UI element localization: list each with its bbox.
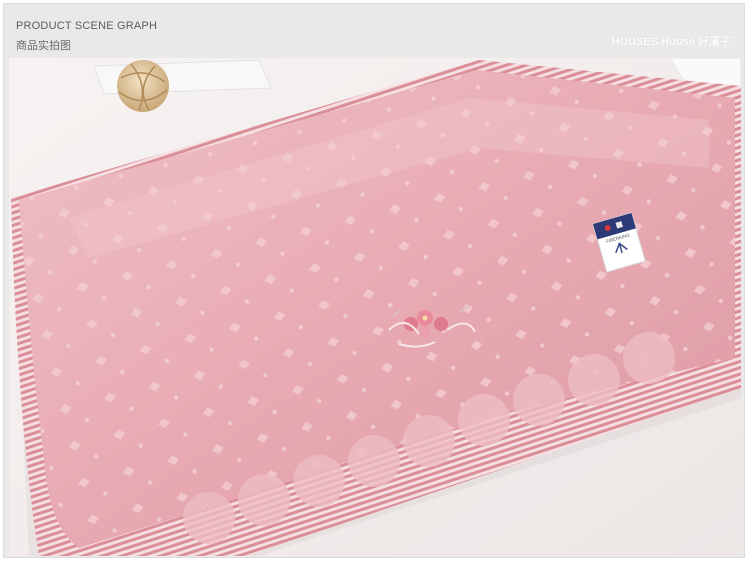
section-title-en: PRODUCT SCENE GRAPH xyxy=(16,20,158,32)
brand-name: HOUSES House 好溪子 xyxy=(611,36,731,48)
rattan-ball-decor xyxy=(117,60,169,112)
registered-mark: ® xyxy=(730,35,736,43)
product-frame: PRODUCT SCENE GRAPH 商品实拍图 HOUSES House 好… xyxy=(3,3,745,558)
pillow-towel-illustration: FIBERKING xyxy=(9,58,741,556)
product-photo: FIBERKING xyxy=(9,58,741,556)
header-bar: PRODUCT SCENE GRAPH 商品实拍图 HOUSES House 好… xyxy=(4,4,746,56)
section-title-cn: 商品实拍图 xyxy=(16,40,71,52)
brand-logo: HOUSES House 好溪子® xyxy=(612,33,736,49)
